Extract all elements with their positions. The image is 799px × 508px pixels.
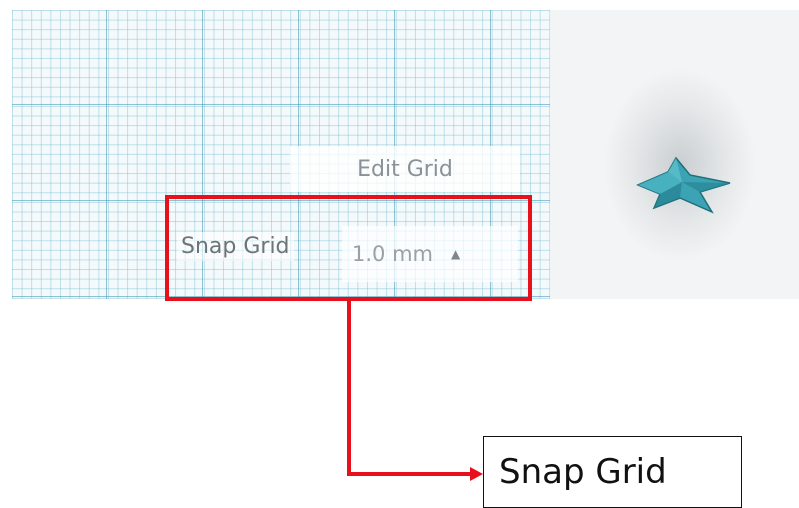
callout-label: Snap Grid xyxy=(499,452,667,492)
callout-leader-arrow xyxy=(347,300,483,481)
callout-label-box: Snap Grid xyxy=(483,436,742,508)
